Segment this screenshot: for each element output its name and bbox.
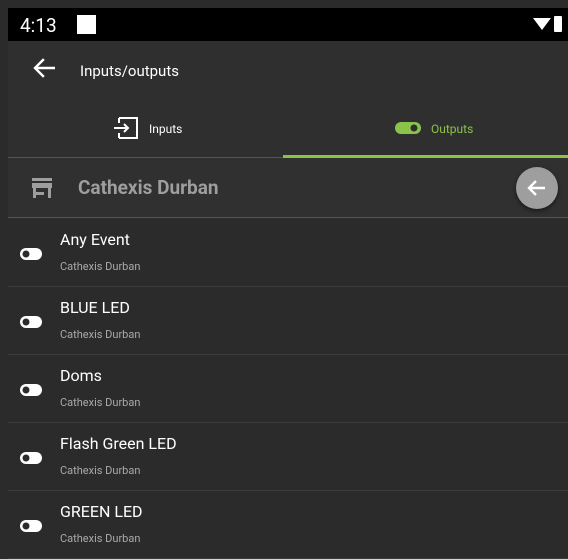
toggle-off-icon[interactable] bbox=[20, 520, 42, 532]
back-arrow-icon bbox=[527, 180, 545, 196]
output-site: Cathexis Durban bbox=[60, 260, 141, 273]
toggle-icon bbox=[395, 122, 421, 134]
output-name: Any Event bbox=[60, 230, 130, 249]
list-item[interactable]: Doms Cathexis Durban bbox=[8, 355, 568, 423]
tab-outputs-label: Outputs bbox=[431, 122, 474, 136]
toggle-off-icon[interactable] bbox=[20, 248, 42, 260]
list-item[interactable]: GREEN LED Cathexis Durban bbox=[8, 491, 568, 559]
notification-icon bbox=[77, 15, 96, 34]
tab-inputs[interactable]: Inputs bbox=[8, 99, 288, 158]
output-site: Cathexis Durban bbox=[60, 396, 141, 409]
back-fab-button[interactable] bbox=[516, 167, 558, 209]
output-site: Cathexis Durban bbox=[60, 464, 141, 477]
output-name: GREEN LED bbox=[60, 502, 143, 521]
site-header: Cathexis Durban bbox=[8, 158, 568, 218]
output-site: Cathexis Durban bbox=[60, 328, 141, 341]
store-icon bbox=[32, 178, 52, 198]
wifi-icon bbox=[533, 18, 551, 30]
list-item[interactable]: Flash Green LED Cathexis Durban bbox=[8, 423, 568, 491]
tab-bar: Inputs Outputs bbox=[8, 99, 568, 158]
site-name: Cathexis Durban bbox=[78, 176, 219, 199]
output-site: Cathexis Durban bbox=[60, 532, 141, 545]
back-arrow-icon[interactable] bbox=[33, 58, 55, 78]
output-name: Doms bbox=[60, 366, 102, 385]
tab-inputs-label: Inputs bbox=[149, 122, 183, 136]
status-time: 4:13 bbox=[20, 14, 57, 37]
app-bar: Inputs/outputs bbox=[8, 41, 568, 99]
toggle-off-icon[interactable] bbox=[20, 384, 42, 396]
output-name: BLUE LED bbox=[60, 298, 130, 317]
input-icon bbox=[114, 117, 138, 139]
toggle-off-icon[interactable] bbox=[20, 316, 42, 328]
output-name: Flash Green LED bbox=[60, 434, 177, 453]
output-list: Any Event Cathexis Durban BLUE LED Cathe… bbox=[8, 219, 568, 559]
status-bar: 4:13 bbox=[8, 8, 568, 41]
list-item[interactable]: BLUE LED Cathexis Durban bbox=[8, 287, 568, 355]
list-item[interactable]: Any Event Cathexis Durban bbox=[8, 219, 568, 287]
battery-icon bbox=[554, 16, 562, 32]
toggle-off-icon[interactable] bbox=[20, 452, 42, 464]
page-title: Inputs/outputs bbox=[80, 62, 179, 80]
tab-outputs[interactable]: Outputs bbox=[291, 99, 568, 158]
